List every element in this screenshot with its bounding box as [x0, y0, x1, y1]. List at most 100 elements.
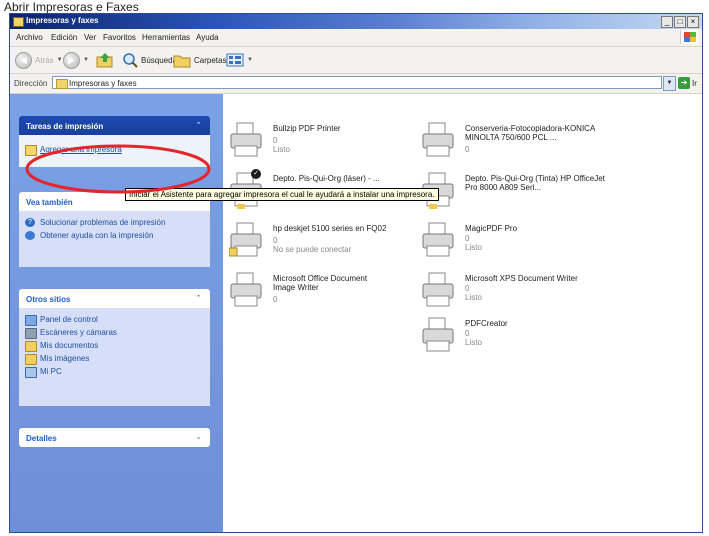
scanners-cameras-link[interactable]: Escáneres y cámaras [25, 328, 204, 339]
close-button[interactable]: × [687, 16, 699, 28]
printing-help-link[interactable]: Obtener ayuda con la impresión [25, 231, 204, 241]
printer-tasks-header[interactable]: Tareas de impresión ⌃ [19, 116, 210, 135]
up-folder-button[interactable] [96, 51, 114, 69]
forward-arrow-icon: ▶ [63, 51, 80, 69]
address-value: Impresoras y faxes [69, 79, 137, 88]
printer-name: hp deskjet 5100 series en FQ02 [273, 224, 387, 233]
search-label: Búsqueda [141, 55, 178, 65]
title-bar[interactable]: Impresoras y faxes _ □ × [10, 14, 702, 29]
menu-herramientas[interactable]: Herramientas [142, 33, 190, 42]
printer-item[interactable]: hp deskjet 5100 series en FQ02 0 No se p… [229, 221, 419, 263]
printer-name: Conserveria-Fotocopiadora-KONICA MINOLTA… [465, 124, 595, 142]
printer-jobs: 0 [465, 329, 470, 338]
printer-item[interactable]: PDFCreator 0 Listo [421, 316, 611, 358]
standard-toolbar: ◀ Atrás ▼ ▶ ▼ Búsqueda Carpetas ▼ [10, 47, 702, 74]
forward-button[interactable]: ▶ ▼ [63, 51, 89, 69]
printing-help-label: Obtener ayuda con la impresión [40, 231, 154, 240]
folder-icon [25, 341, 37, 352]
collapse-icon[interactable]: ⌃ [193, 120, 204, 131]
see-also-body: ? Solucionar problemas de impresión Obte… [19, 211, 210, 267]
details-panel: Detalles ⌄ [19, 428, 210, 447]
search-button[interactable]: Búsqueda [122, 51, 177, 69]
other-places-panel: Otros sitios ⌃ Panel de control Escánere… [19, 289, 210, 406]
troubleshoot-label: Solucionar problemas de impresión [40, 218, 166, 227]
go-button[interactable]: ➜ Ir [678, 76, 697, 90]
printer-jobs: 0 [273, 136, 278, 145]
menu-favoritos[interactable]: Favoritos [103, 33, 136, 42]
scanner-icon [25, 328, 37, 339]
other-places-header[interactable]: Otros sitios ⌃ [19, 289, 210, 308]
my-pictures-link[interactable]: Mis imágenes [25, 354, 204, 365]
up-folder-icon [96, 53, 113, 68]
back-arrow-icon: ◀ [15, 51, 32, 69]
back-label: Atrás [35, 55, 54, 65]
printer-item[interactable]: Conserveria-Fotocopiadora-KONICA MINOLTA… [421, 121, 611, 163]
printer-status: No se puede conectar [273, 245, 352, 254]
window-controls: _ □ × [661, 16, 699, 28]
printer-status: Listo [465, 293, 482, 302]
folders-button[interactable]: Carpetas [173, 51, 226, 69]
printer-tasks-title: Tareas de impresión [26, 122, 104, 131]
menu-bar: Archivo Edición Ver Favoritos Herramient… [10, 29, 702, 47]
go-arrow-icon: ➜ [678, 77, 690, 89]
printers-list: Bullzip PDF Printer 0 Listo Conserveria-… [223, 94, 702, 532]
maximize-button[interactable]: □ [674, 16, 686, 28]
printer-name: Microsoft Office Document Image Writer [273, 274, 368, 292]
views-button[interactable]: ▼ [226, 51, 253, 69]
scanners-label: Escáneres y cámaras [40, 328, 117, 337]
control-panel-link[interactable]: Panel de control [25, 315, 204, 326]
page-caption: Abrir Impresoras e Faxes [4, 0, 139, 14]
printer-jobs: 0 [273, 295, 278, 304]
default-printer-check-icon: ✓ [251, 169, 261, 179]
address-dropdown[interactable]: ▼ [663, 76, 676, 91]
go-label: Ir [692, 78, 697, 88]
printer-name: PDFCreator [465, 319, 508, 328]
printer-status: Listo [465, 338, 482, 347]
other-places-body: Panel de control Escáneres y cámaras Mis… [19, 308, 210, 406]
printer-item[interactable]: MagicPDF Pro 0 Listo [421, 221, 611, 263]
printer-name: MagicPDF Pro [465, 224, 518, 233]
folders-icon [173, 55, 191, 68]
printer-status: Listo [273, 145, 290, 154]
printer-icon [230, 122, 262, 157]
printer-item[interactable]: Bullzip PDF Printer 0 Listo [229, 121, 419, 163]
expand-icon[interactable]: ⌄ [193, 432, 204, 443]
printer-item[interactable]: Microsoft XPS Document Writer 0 Listo [421, 271, 611, 313]
my-documents-link[interactable]: Mis documentos [25, 341, 204, 352]
help-globe-icon [25, 231, 35, 240]
printer-name: Microsoft XPS Document Writer [465, 274, 578, 283]
chevron-down-icon: ▼ [56, 57, 63, 63]
printer-jobs: 0 [465, 234, 470, 243]
my-computer-link[interactable]: Mi PC [25, 367, 204, 378]
see-also-title: Vea también [26, 198, 73, 207]
menu-ayuda[interactable]: Ayuda [196, 33, 219, 42]
menu-edicion[interactable]: Edición [51, 33, 77, 42]
see-also-panel: Vea también ? Solucionar problemas de im… [19, 192, 210, 267]
help-icon: ? [25, 218, 35, 227]
printer-icon [422, 272, 454, 307]
views-icon [226, 53, 244, 67]
pictures-folder-icon [25, 354, 37, 365]
minimize-button[interactable]: _ [661, 16, 673, 28]
address-field[interactable]: Impresoras y faxes [52, 76, 662, 89]
my-computer-label: Mi PC [40, 367, 62, 376]
printer-folder-icon [56, 79, 68, 89]
printer-folder-icon [13, 17, 24, 27]
printer-name: Bullzip PDF Printer [273, 124, 341, 133]
printer-name: Depto. Pis-Qui-Org (Tinta) HP OfficeJet … [465, 174, 605, 192]
menu-ver[interactable]: Ver [84, 33, 96, 42]
printer-item[interactable]: Microsoft Office Document Image Writer 0 [229, 271, 419, 313]
other-places-title: Otros sitios [26, 295, 71, 304]
menu-archivo[interactable]: Archivo [16, 33, 43, 42]
back-button[interactable]: ◀ Atrás ▼ [15, 51, 63, 69]
printer-icon [422, 122, 454, 157]
printer-name: Depto. Pis-Qui-Org (láser) - ... [273, 174, 380, 183]
search-icon [123, 53, 138, 68]
collapse-icon[interactable]: ⌃ [193, 293, 204, 304]
details-header[interactable]: Detalles ⌄ [19, 428, 210, 447]
chevron-down-icon: ▼ [247, 57, 253, 63]
troubleshoot-printing-link[interactable]: ? Solucionar problemas de impresión [25, 218, 204, 228]
printer-item[interactable]: Depto. Pis-Qui-Org (Tinta) HP OfficeJet … [421, 171, 611, 213]
folders-label: Carpetas [194, 55, 227, 65]
control-panel-icon [25, 315, 37, 326]
